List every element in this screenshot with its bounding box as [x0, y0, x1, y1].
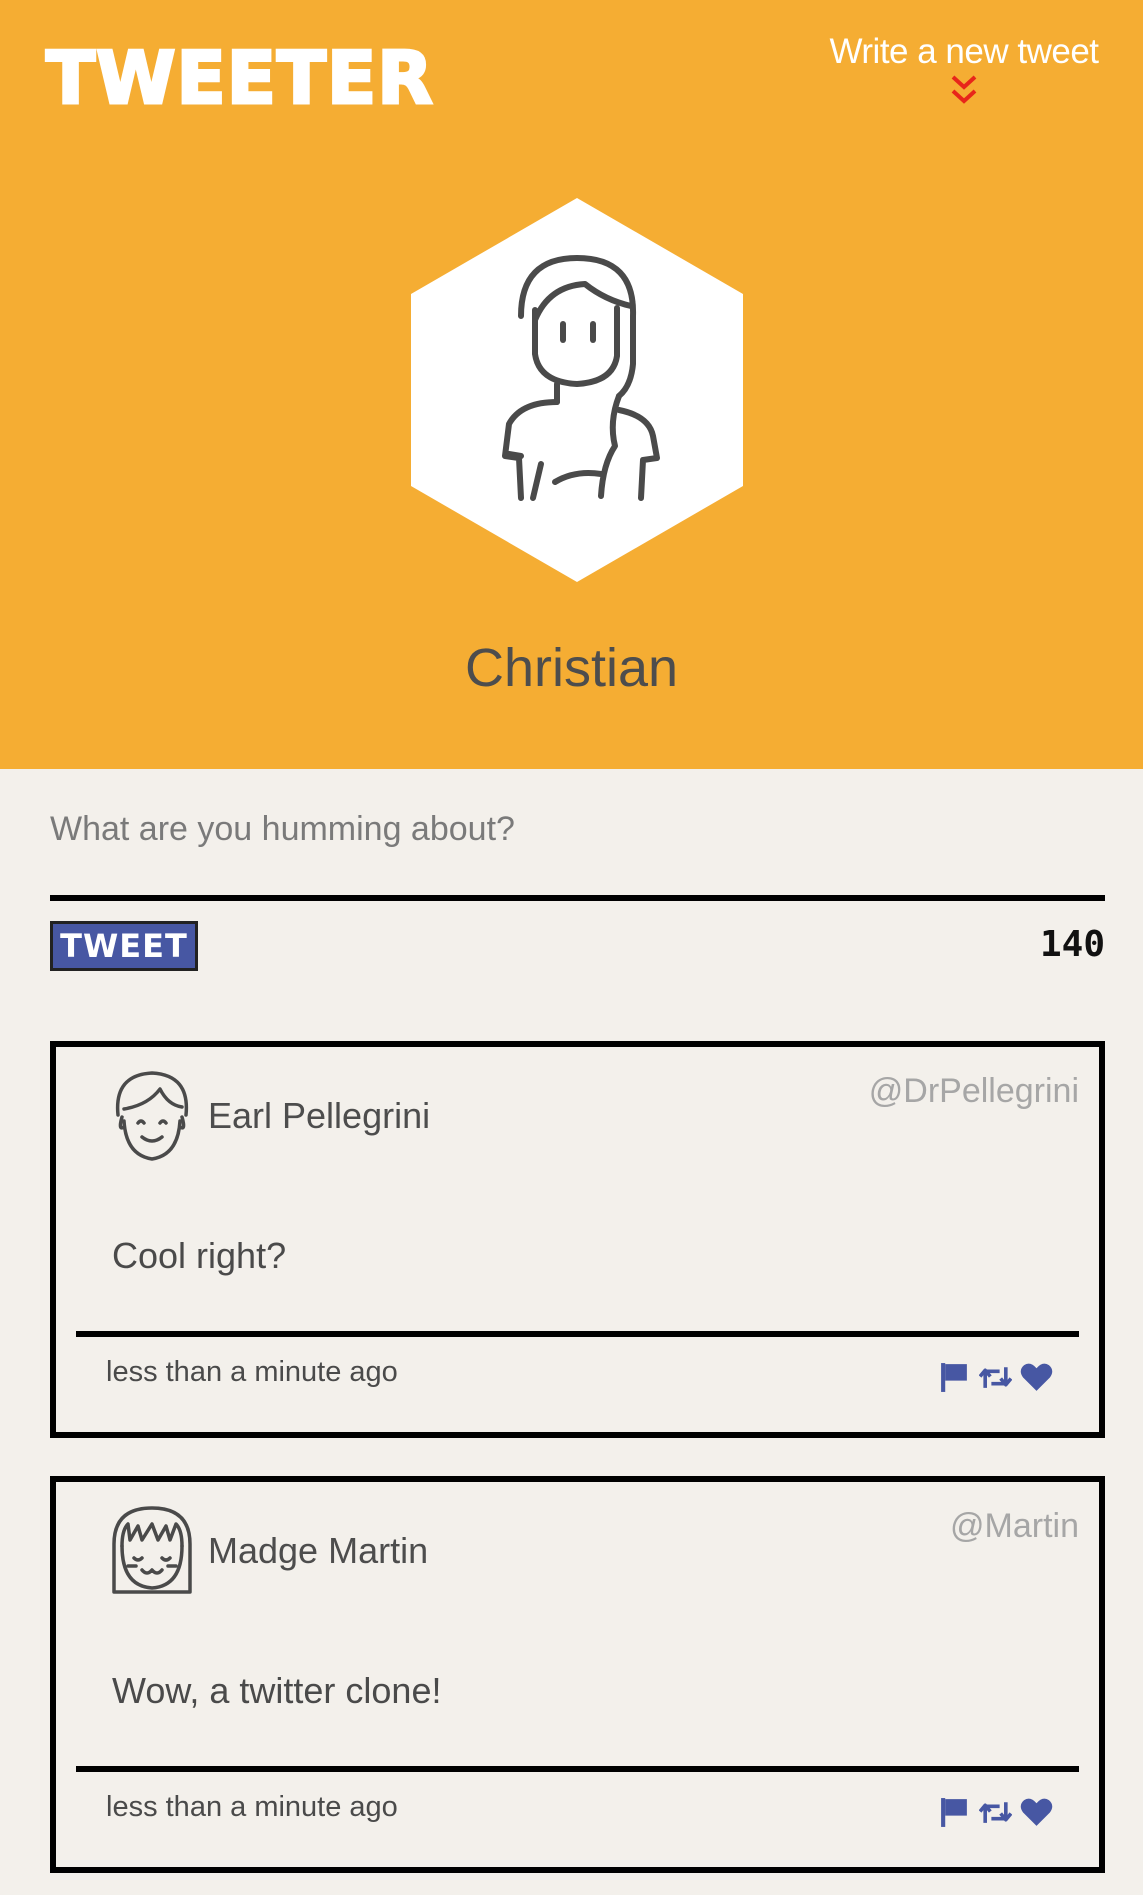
tweet-actions — [938, 1361, 1053, 1394]
write-new-tweet-link[interactable]: Write a new tweet — [819, 30, 1109, 108]
retweet-icon[interactable] — [979, 1361, 1012, 1394]
flag-icon[interactable] — [938, 1796, 971, 1829]
tweet-card: Earl Pellegrini @DrPellegrini Cool right… — [50, 1041, 1105, 1438]
double-chevron-down-icon — [951, 75, 977, 104]
profile-header: TWEETER Write a new tweet Christian — [0, 0, 1143, 769]
tweet-divider — [76, 1766, 1079, 1772]
tweet-divider — [76, 1331, 1079, 1337]
tweet-author-handle[interactable]: @Martin — [950, 1504, 1079, 1548]
character-counter: 140 — [1039, 924, 1105, 965]
write-new-tweet-label: Write a new tweet — [829, 32, 1099, 71]
profile-name: Christian — [464, 638, 679, 698]
tweet-text: Cool right? — [112, 1235, 287, 1276]
heart-icon[interactable] — [1020, 1361, 1053, 1394]
tweet-author-name[interactable]: Madge Martin — [208, 1528, 428, 1574]
retweet-icon[interactable] — [979, 1796, 1012, 1829]
woman-avatar-icon — [411, 198, 743, 582]
tweet-timestamp: less than a minute ago — [106, 1791, 398, 1823]
tweet-compose-input[interactable] — [50, 798, 1105, 860]
tweet-button[interactable]: TWEET — [50, 921, 198, 971]
flag-icon[interactable] — [938, 1361, 971, 1394]
tweet-timestamp: less than a minute ago — [106, 1356, 398, 1388]
tweet-author-handle[interactable]: @DrPellegrini — [869, 1069, 1079, 1113]
compose-divider — [50, 895, 1105, 901]
tweet-author-name[interactable]: Earl Pellegrini — [208, 1093, 430, 1139]
girl-avatar-icon — [112, 1506, 192, 1594]
man-avatar-icon — [115, 1071, 189, 1161]
heart-icon[interactable] — [1020, 1796, 1053, 1829]
tweet-text: Wow, a twitter clone! — [112, 1670, 442, 1711]
tweet-actions — [938, 1796, 1053, 1829]
tweet-card: Madge Martin @Martin Wow, a twitter clon… — [50, 1476, 1105, 1873]
app-logo[interactable]: TWEETER — [45, 37, 435, 120]
